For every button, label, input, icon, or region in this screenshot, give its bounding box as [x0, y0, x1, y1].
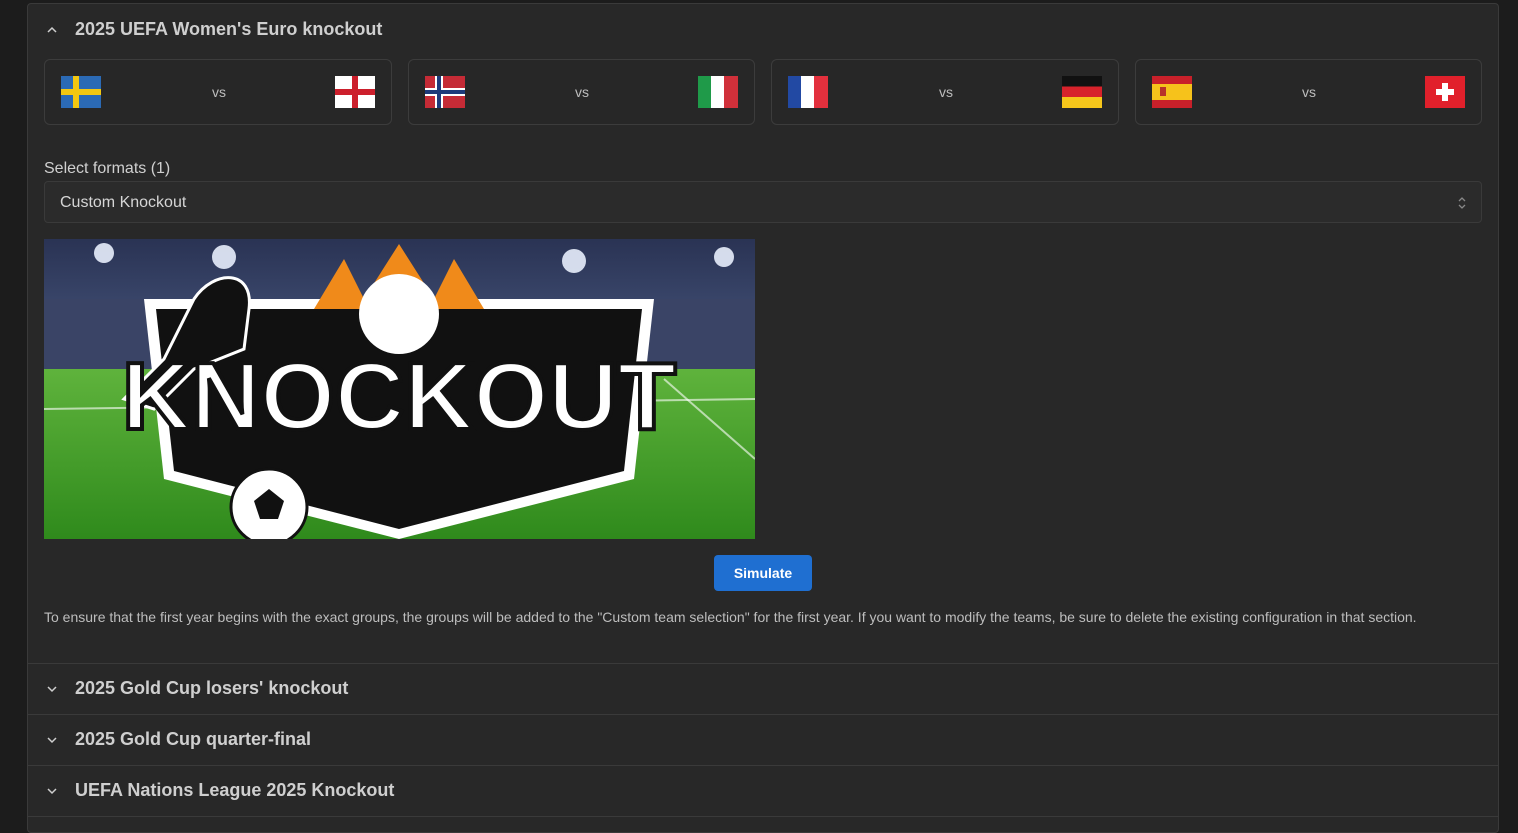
spain-flag-icon: [1152, 76, 1192, 108]
formats-label: Select formats (1): [44, 160, 171, 177]
section-header-nations-league[interactable]: UEFA Nations League 2025 Knockout: [28, 765, 1498, 816]
vs-label: vs: [575, 84, 589, 100]
match-card: vs: [771, 59, 1119, 125]
section-title: UEFA Nations League 2025 Knockout: [75, 780, 395, 800]
vs-label: vs: [212, 84, 226, 100]
chevron-down-icon: [46, 734, 58, 746]
section-header-gold-cup-losers[interactable]: 2025 Gold Cup losers' knockout: [28, 663, 1498, 714]
simulate-button[interactable]: Simulate: [714, 555, 812, 591]
match-card: vs: [44, 59, 392, 125]
chevron-down-icon: [46, 683, 58, 695]
banner-text: KNOCKOUT: [122, 343, 677, 450]
section-title: 2025 Gold Cup losers' knockout: [75, 678, 349, 698]
section-header-gold-cup-quarter-final[interactable]: 2025 Gold Cup quarter-final: [28, 714, 1498, 765]
vs-label: vs: [1302, 84, 1316, 100]
chevron-down-icon: [46, 785, 58, 797]
section-title: 2025 UEFA Women's Euro knockout: [75, 19, 383, 39]
formats-select[interactable]: Custom Knockout: [44, 181, 1482, 223]
match-card: vs: [408, 59, 755, 125]
section-header-uefa-womens-euro[interactable]: 2025 UEFA Women's Euro knockout: [28, 4, 1498, 55]
divider: [28, 816, 1498, 817]
england-flag-icon: [335, 76, 375, 108]
switzerland-flag-icon: [1425, 76, 1465, 108]
france-flag-icon: [788, 76, 828, 108]
germany-flag-icon: [1062, 76, 1102, 108]
formats-selected-value: Custom Knockout: [60, 194, 187, 211]
norway-flag-icon: [425, 76, 465, 108]
select-caret-icon: [1457, 195, 1467, 211]
info-note: To ensure that the first year begins wit…: [44, 609, 1417, 625]
match-card: vs: [1135, 59, 1482, 125]
italy-flag-icon: [698, 76, 738, 108]
knockout-banner-image: KNOCKOUT: [44, 239, 755, 539]
vs-label: vs: [939, 84, 953, 100]
section-title: 2025 Gold Cup quarter-final: [75, 729, 312, 749]
accordion-panel: 2025 UEFA Women's Euro knockout vs vs vs: [27, 3, 1499, 833]
sweden-flag-icon: [61, 76, 101, 108]
chevron-up-icon: [46, 24, 58, 36]
